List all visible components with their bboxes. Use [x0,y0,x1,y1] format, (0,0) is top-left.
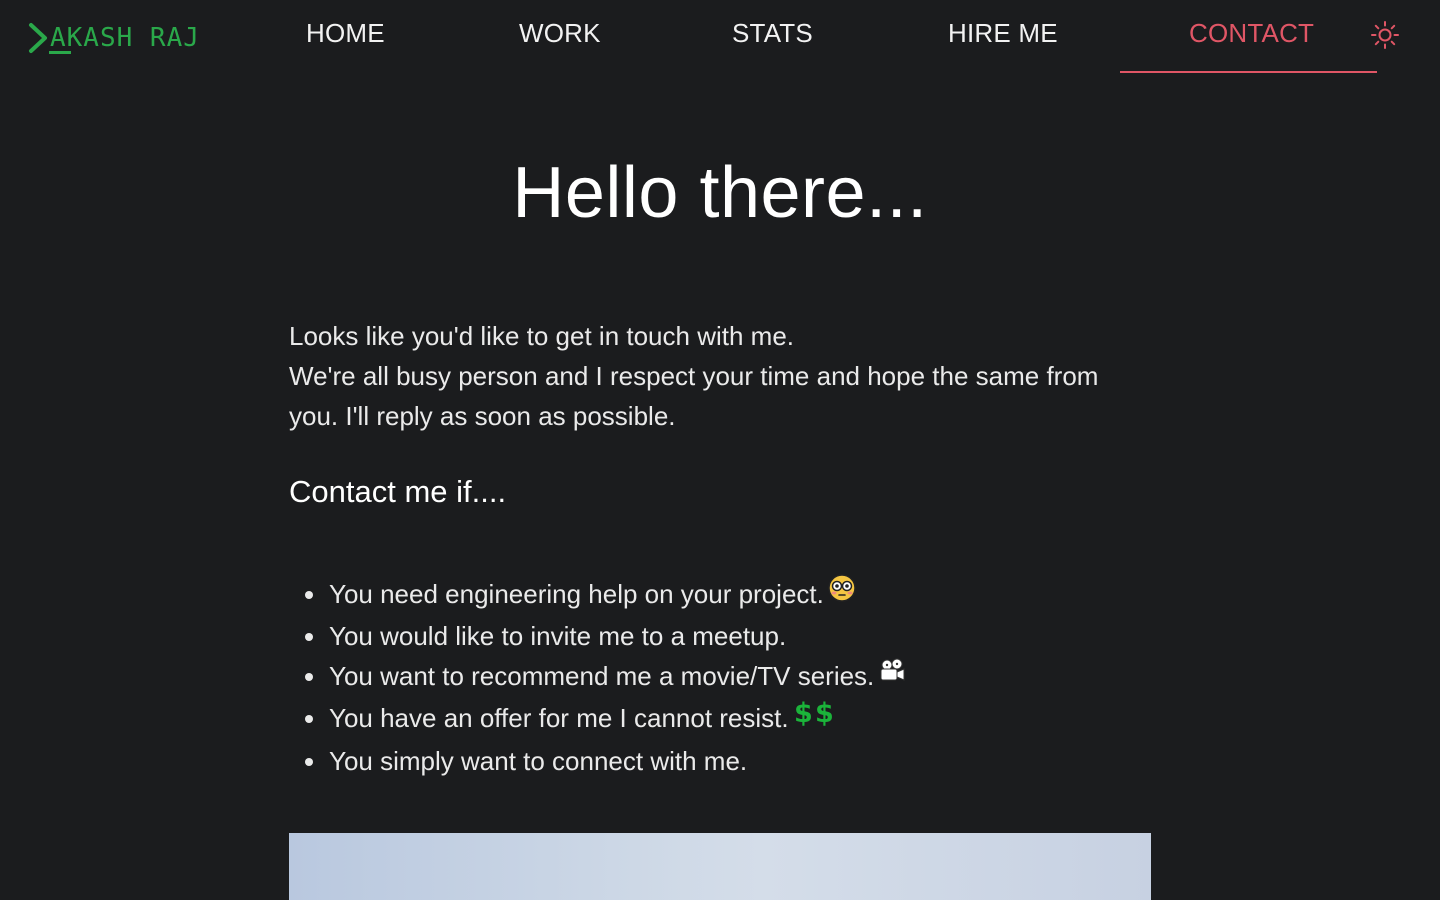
svg-text:$: $ [815,698,834,727]
nav-hire-me[interactable]: HIRE ME [948,18,1058,49]
reason-text: You have an offer for me I cannot resist… [329,703,789,734]
brand-cursor-underline [49,51,71,54]
intro-text: Looks like you'd like to get in touch wi… [289,316,1149,436]
nav-active-indicator [1120,71,1377,73]
flushed-face-icon [828,573,856,613]
list-item: You want to recommend me a movie/TV seri… [304,655,906,698]
sun-icon [1371,21,1399,49]
dollar-signs-icon: $ $ [793,697,835,738]
reason-text: You simply want to connect with me. [329,745,748,776]
list-item: You need engineering help on your projec… [304,573,906,616]
chevron-right-icon [29,23,47,53]
movie-camera-icon [878,655,906,695]
reason-text: You would like to invite me to a meetup. [329,621,787,652]
svg-text:$: $ [794,698,813,727]
list-item: You would like to invite me to a meetup. [304,616,906,656]
contact-banner-image [289,833,1151,900]
theme-toggle-button[interactable] [1370,20,1400,50]
brand-name: AKASH RAJ [50,23,200,53]
intro-line-2: We're all busy person and I respect your… [289,361,1099,431]
list-item: You simply want to connect with me. [304,741,906,781]
reason-text: You need engineering help on your projec… [329,579,824,609]
list-item: You have an offer for me I cannot resist… [304,697,906,741]
contact-reasons-list: You need engineering help on your projec… [289,574,906,781]
nav-stats[interactable]: STATS [732,18,813,49]
reason-text: You want to recommend me a movie/TV seri… [329,661,875,692]
nav-home[interactable]: HOME [306,18,385,49]
nav-contact[interactable]: CONTACT [1189,18,1314,49]
contact-heading: Contact me if.... [289,474,507,509]
intro-line-1: Looks like you'd like to get in touch wi… [289,321,795,351]
top-navbar: AKASH RAJ HOME WORK STATS HIRE ME CONTAC… [0,0,1440,76]
page-title: Hello there... [512,153,928,233]
nav-work[interactable]: WORK [519,18,601,49]
